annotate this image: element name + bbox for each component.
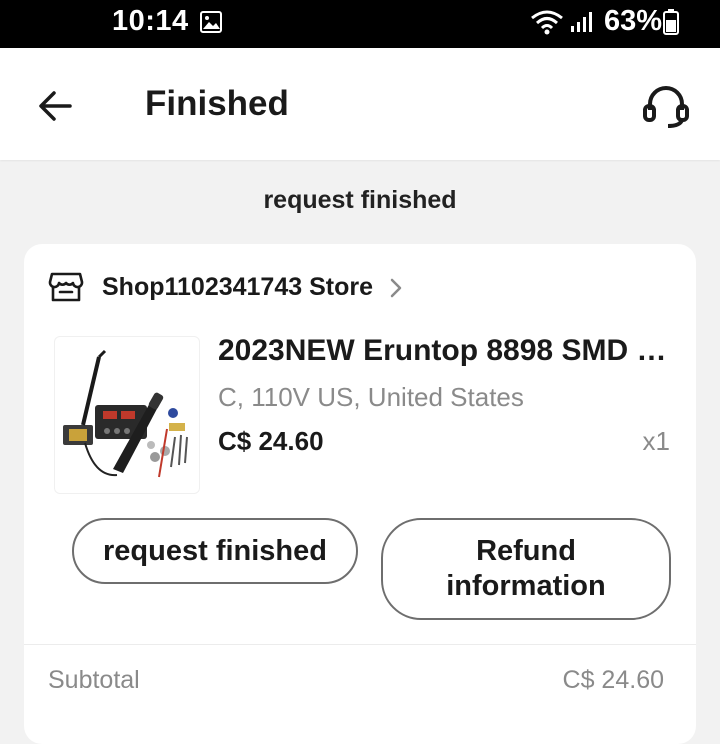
product-title[interactable]: 2023NEW Eruntop 8898 SMD Rework Station [218,334,678,368]
page-title: Finished [145,84,289,123]
product-image[interactable] [54,336,200,494]
signal-icon [570,10,594,39]
order-status-message: request finished [263,186,457,214]
store-icon [48,270,84,309]
battery-icon [663,9,679,40]
headset-support-icon[interactable] [640,80,692,132]
subtotal-label: Subtotal [48,666,140,694]
back-arrow-icon[interactable] [34,84,78,128]
wifi-icon [530,9,564,40]
subtotal-value: C$ 24.60 [562,666,664,694]
product-variant: C, 110V US, United States [218,382,524,412]
divider [24,644,696,645]
refund-information-button[interactable]: Refund information [381,518,671,620]
battery-percent: 63% [604,5,663,37]
store-name-link[interactable]: Shop1102341743 Store [102,273,373,302]
product-quantity: x1 [642,426,670,456]
request-finished-button[interactable]: request finished [72,518,358,584]
status-bar: 10:14 63% [0,0,720,48]
order-card: Shop1102341743 Store 2023NEW Eruntop 889… [24,244,696,744]
product-price: C$ 24.60 [218,426,324,456]
status-time: 10:14 [112,5,189,37]
app-bar: Finished [0,48,720,160]
chevron-right-icon[interactable] [388,277,404,304]
image-icon [200,11,222,38]
